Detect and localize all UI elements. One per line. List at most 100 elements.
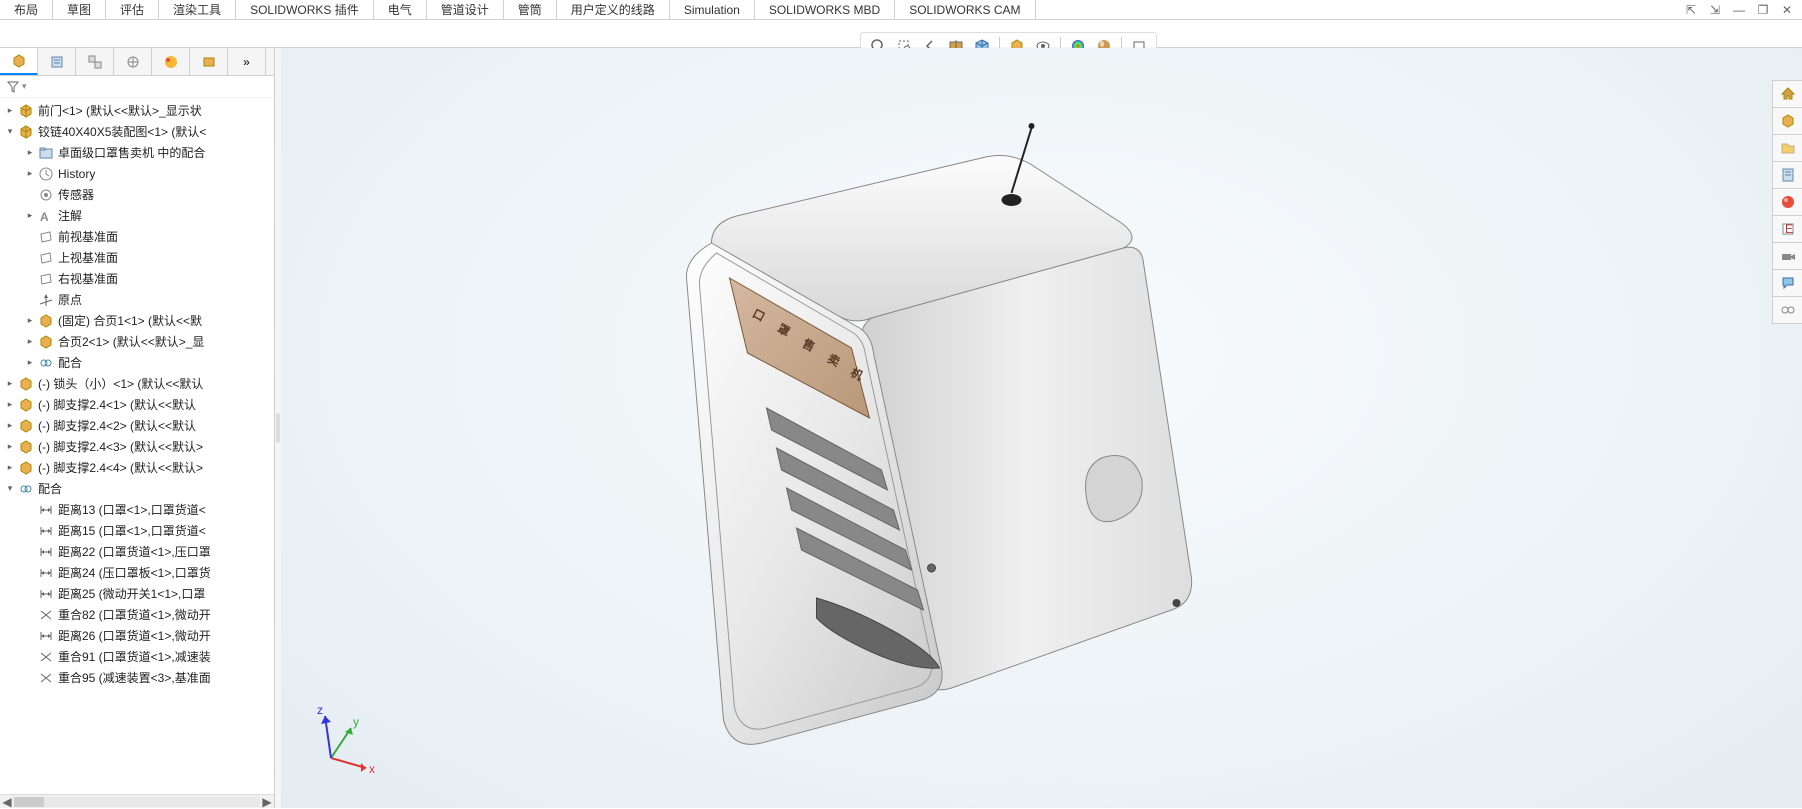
tree-hscroll[interactable]: ◀ ▶ (0, 794, 274, 808)
distance-icon (38, 628, 54, 644)
tree-item[interactable]: ▸(-) 脚支撑2.4<4> (默认<<默认> (0, 457, 274, 478)
home-icon[interactable] (1772, 80, 1802, 108)
tree-expand-icon[interactable]: ▸ (24, 168, 36, 180)
ribbon-tab-piping[interactable]: 管道设计 (427, 0, 504, 19)
dimxpert-tab[interactable] (114, 48, 152, 75)
tree-expand-icon[interactable]: ▸ (24, 210, 36, 222)
camera-icon[interactable] (1772, 242, 1802, 270)
motion-icon[interactable] (1772, 296, 1802, 324)
ribbon-tab-sketch[interactable]: 草图 (53, 0, 106, 19)
tree-expand-icon[interactable]: ▾ (4, 126, 16, 138)
tree-item[interactable]: ▸ 合页2<1> (默认<<默认>_显 (0, 331, 274, 352)
ribbon-tab-mbd[interactable]: SOLIDWORKS MBD (755, 0, 895, 19)
tree-item[interactable]: ▾ 铰链40X40X5装配图<1> (默认< (0, 121, 274, 142)
ribbon-tab-addins[interactable]: SOLIDWORKS 插件 (236, 0, 374, 19)
tree-item[interactable]: 距离13 (口罩<1>,口罩货道< (0, 499, 274, 520)
tree-item[interactable]: ▸History (0, 163, 274, 184)
part-icon (18, 418, 34, 434)
tree-item[interactable]: ▸(-) 脚支撑2.4<3> (默认<<默认> (0, 436, 274, 457)
tree-item[interactable]: 距离15 (口罩<1>,口罩货道< (0, 520, 274, 541)
tree-item[interactable]: ▸(-) 脚支撑2.4<2> (默认<<默认 (0, 415, 274, 436)
tree-item[interactable]: ▸配合 (0, 352, 274, 373)
3d-viewport[interactable]: 口罩售卖机 x y z (281, 48, 1802, 808)
tree-expand-icon[interactable]: ▸ (4, 441, 16, 453)
ribbon-tab-tubing[interactable]: 管筒 (504, 0, 557, 19)
tree-expand-icon[interactable]: ▸ (4, 378, 16, 390)
ribbon-tab-layout[interactable]: 布局 (0, 0, 53, 19)
tree-item[interactable]: 上视基准面 (0, 247, 274, 268)
property-manager-tab[interactable] (38, 48, 76, 75)
window-close-button[interactable]: ✕ (1778, 2, 1796, 18)
tree-item[interactable]: ▸A注解 (0, 205, 274, 226)
window-expand-button[interactable]: ⇲ (1706, 2, 1724, 18)
tree-expand-icon[interactable]: ▸ (4, 462, 16, 474)
ribbon-tab-simulation[interactable]: Simulation (670, 0, 755, 19)
tree-item[interactable]: 距离22 (口罩货道<1>,压口罩 (0, 541, 274, 562)
scroll-thumb[interactable] (14, 797, 44, 807)
properties-icon[interactable] (1772, 161, 1802, 189)
tree-item-label: 铰链40X40X5装配图<1> (默认< (38, 123, 206, 140)
tree-item[interactable]: 前视基准面 (0, 226, 274, 247)
tree-expand-icon[interactable]: ▸ (4, 399, 16, 411)
tree-item[interactable]: 距离24 (压口罩板<1>,口罩货 (0, 562, 274, 583)
ribbon-tab-evaluate[interactable]: 评估 (106, 0, 159, 19)
scroll-left-icon[interactable]: ◀ (0, 795, 14, 809)
tree-expand-icon[interactable]: ▸ (4, 420, 16, 432)
tree-item-label: 距离22 (口罩货道<1>,压口罩 (58, 543, 211, 560)
part-icon (18, 460, 34, 476)
tree-item[interactable]: 重合91 (口罩货道<1>,减速装 (0, 646, 274, 667)
tree-item-label: 合页2<1> (默认<<默认>_显 (58, 333, 204, 350)
tree-item-label: (-) 锁头（小）<1> (默认<<默认 (38, 375, 203, 392)
assembly-icon[interactable] (1772, 107, 1802, 135)
tree-item[interactable]: ▸ (-) 锁头（小）<1> (默认<<默认 (0, 373, 274, 394)
ribbon-tab-render[interactable]: 渲染工具 (159, 0, 236, 19)
tree-expand-icon (24, 231, 36, 243)
tree-item[interactable]: 距离26 (口罩货道<1>,微动开 (0, 625, 274, 646)
tree-expand-icon (24, 504, 36, 516)
tree-item[interactable]: 原点 (0, 289, 274, 310)
tree-item[interactable]: ▸ 前门<1> (默认<<默认>_显示状 (0, 100, 274, 121)
forum-icon[interactable] (1772, 269, 1802, 297)
tree-item[interactable]: ▾配合 (0, 478, 274, 499)
tree-item[interactable]: ▸(-) 脚支撑2.4<1> (默认<<默认 (0, 394, 274, 415)
tree-item[interactable]: 重合95 (减速装置<3>,基准面 (0, 667, 274, 688)
feature-tree[interactable]: ▸ 前门<1> (默认<<默认>_显示状 ▾ 铰链40X40X5装配图<1> (默认<… (0, 98, 274, 794)
tree-item[interactable]: ▸(固定) 合页1<1> (默认<<默 (0, 310, 274, 331)
tree-item[interactable]: 距离25 (微动开关1<1>,口罩 (0, 583, 274, 604)
tree-expand-icon[interactable]: ▸ (24, 147, 36, 159)
tree-expand-icon[interactable]: ▸ (24, 357, 36, 369)
folder-icon[interactable] (1772, 134, 1802, 162)
filter-dropdown-icon[interactable]: ▾ (22, 81, 27, 92)
display-manager-tab[interactable] (152, 48, 190, 75)
tree-item-label: 前门<1> (默认<<默认>_显示状 (38, 102, 202, 119)
window-restore-button[interactable]: ❐ (1754, 2, 1772, 18)
distance-icon (38, 586, 54, 602)
part-icon (18, 376, 34, 392)
scroll-track[interactable] (14, 797, 260, 807)
coordinate-triad[interactable]: x y z (311, 698, 391, 778)
feature-manager-tab[interactable] (0, 48, 38, 75)
tree-item[interactable]: 右视基准面 (0, 268, 274, 289)
cam-manager-tab[interactable] (190, 48, 228, 75)
window-collapse-button[interactable]: ⇱ (1682, 2, 1700, 18)
appearance-pane-icon[interactable] (1772, 188, 1802, 216)
right-task-pane: E (1772, 80, 1802, 323)
tree-item[interactable]: ▸卓面级口罩售卖机 中的配合 (0, 142, 274, 163)
tree-item[interactable]: 传感器 (0, 184, 274, 205)
ribbon-tab-cam[interactable]: SOLIDWORKS CAM (895, 0, 1035, 19)
tree-item[interactable]: 重合82 (口罩货道<1>,微动开 (0, 604, 274, 625)
tree-expand-icon[interactable]: ▾ (4, 483, 16, 495)
tree-expand-icon[interactable]: ▸ (24, 336, 36, 348)
tree-expand-icon[interactable]: ▸ (4, 105, 16, 117)
tree-tabs-expand[interactable]: » (228, 48, 266, 75)
config-manager-tab[interactable] (76, 48, 114, 75)
tree-expand-icon[interactable]: ▸ (24, 315, 36, 327)
ribbon-tab-electrical[interactable]: 电气 (374, 0, 427, 19)
scroll-right-icon[interactable]: ▶ (260, 795, 274, 809)
ribbon-tab-routing[interactable]: 用户定义的线路 (557, 0, 670, 19)
custom-props-icon[interactable]: E (1772, 215, 1802, 243)
triad-x-label: x (369, 762, 375, 776)
window-minimize-button[interactable]: — (1730, 2, 1748, 18)
mates-folder-icon (38, 145, 54, 161)
tree-filter-bar[interactable]: ▾ (0, 76, 274, 98)
